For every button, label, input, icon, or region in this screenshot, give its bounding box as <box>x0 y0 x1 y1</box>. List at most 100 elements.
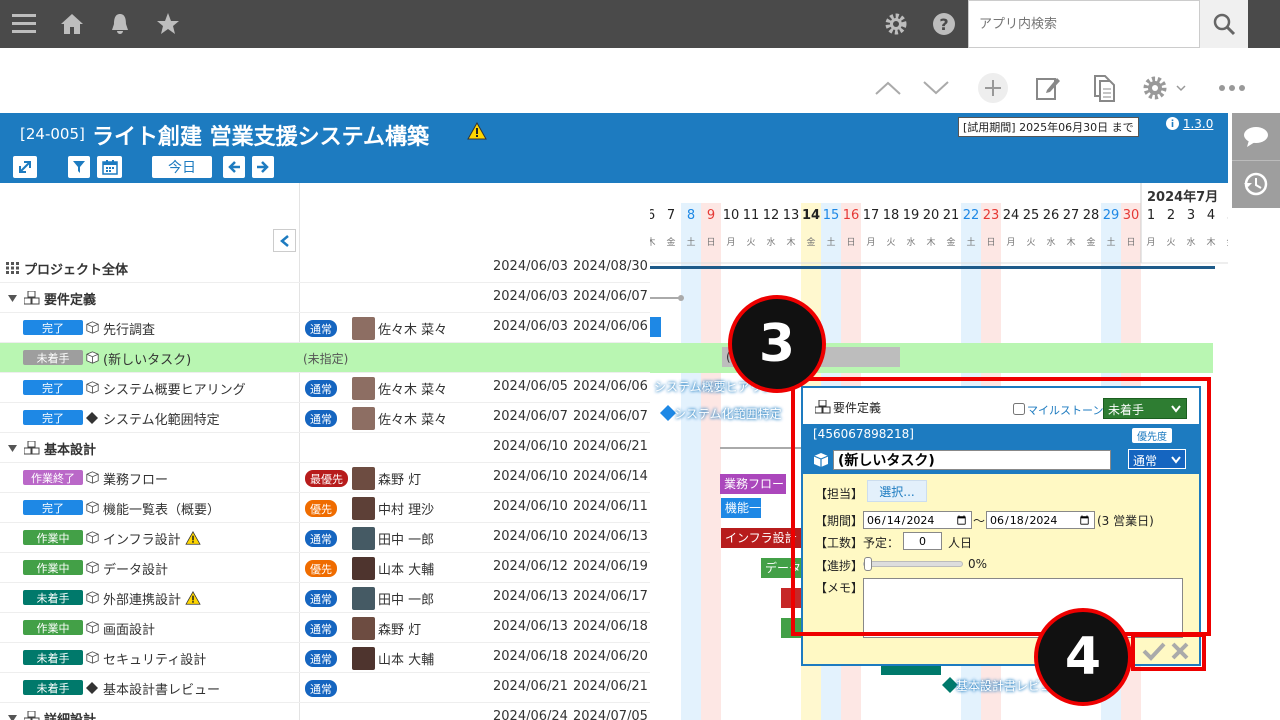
status-badge[interactable]: 作業中 <box>23 560 83 575</box>
day-number: 29 <box>1102 208 1120 223</box>
settings-menu-icon[interactable] <box>1140 70 1192 106</box>
filter-button[interactable] <box>68 156 90 178</box>
next-record-icon[interactable] <box>920 70 952 106</box>
weekday-label: 土 <box>966 238 976 248</box>
end-date: 2024/07/05 <box>573 709 648 720</box>
warning-icon <box>467 121 487 144</box>
start-date: 2024/06/10 <box>493 499 568 514</box>
version-link[interactable]: 1.3.0 <box>1183 117 1214 131</box>
end-date: 2024/06/06 <box>573 379 648 394</box>
collapse-tree-button[interactable] <box>273 229 296 252</box>
task-row[interactable]: 完了 システム概要ヒアリング 通常 佐々木 菜々 2024/06/05 2024/06/0… <box>0 373 650 403</box>
bar-first-survey[interactable] <box>650 317 661 337</box>
task-row[interactable]: 作業終了 業務フロー 最優先 森野 灯 2024/06/10 2024/06/14 <box>0 463 650 493</box>
comment-icon <box>1244 126 1268 147</box>
star-icon[interactable] <box>154 0 182 48</box>
calendar-button[interactable] <box>97 156 122 178</box>
highlight-box-edit-form <box>791 377 1211 636</box>
task-row[interactable]: 完了 機能一覧表（概要） 優先 中村 理沙 2024/06/10 2024/06/11 <box>0 493 650 523</box>
task-name: セキュリティ設計 <box>103 653 207 668</box>
task-row[interactable]: 作業中 インフラ設計 通常 田中 一郎 2024/06/10 2024/06/13 <box>0 523 650 553</box>
start-date: 2024/06/13 <box>493 619 568 634</box>
grid-icon <box>6 262 19 274</box>
avatar <box>352 527 375 550</box>
day-number: 3 <box>1186 208 1196 223</box>
bar-function-list[interactable]: 機能一覧表 <box>721 498 761 518</box>
start-date: 2024/06/21 <box>493 679 568 694</box>
start-date: 2024/06/10 <box>493 529 568 544</box>
group-row[interactable]: 要件定義 2024/06/03 2024/06/07 <box>0 283 650 313</box>
add-record-icon[interactable] <box>976 70 1010 106</box>
comment-button[interactable] <box>1232 113 1280 160</box>
status-badge[interactable]: 完了 <box>23 380 83 395</box>
start-date: 2024/06/03 <box>493 319 568 334</box>
bar-infra-design[interactable]: インフラ設計 <box>721 528 801 548</box>
version-info[interactable]: 1.3.0 <box>1166 117 1213 131</box>
trial-period-badge: [試用期間] 2025年06月30日 まで <box>958 117 1139 137</box>
status-badge[interactable]: 作業終了 <box>23 470 83 485</box>
gear-icon[interactable] <box>882 0 910 48</box>
status-badge[interactable]: 完了 <box>23 410 83 425</box>
task-row[interactable]: 未着手 基本設計書レビュー 通常 2024/06/21 2024/06/21 <box>0 673 650 703</box>
highlight-box-save <box>1131 633 1206 671</box>
weekday-label: 金 <box>1086 238 1096 248</box>
status-badge[interactable]: 作業中 <box>23 530 83 545</box>
end-date: 2024/06/21 <box>573 439 648 454</box>
day-number: 8 <box>686 208 696 223</box>
next-period-button[interactable] <box>252 156 274 178</box>
task-row[interactable]: 完了 先行調査 通常 佐々木 菜々 2024/06/03 2024/06/06 <box>0 313 650 343</box>
milestone-diamond-icon <box>86 412 98 424</box>
search-input[interactable] <box>968 0 1200 48</box>
expand-icon <box>19 161 31 173</box>
start-date: 2024/06/10 <box>493 469 568 484</box>
status-badge[interactable]: 未着手 <box>23 350 83 365</box>
weekday-label: 日 <box>846 238 856 248</box>
bell-icon[interactable] <box>106 0 134 48</box>
more-options-icon[interactable] <box>1214 70 1250 106</box>
status-badge[interactable]: 完了 <box>23 500 83 515</box>
group-row[interactable]: 基本設計 2024/06/10 2024/06/21 <box>0 433 650 463</box>
status-badge[interactable]: 未着手 <box>23 650 83 665</box>
weekday-label: 土 <box>686 238 696 248</box>
menu-icon[interactable] <box>8 0 40 48</box>
help-icon[interactable]: ? <box>930 0 958 48</box>
task-name: (新しいタスク) <box>103 353 192 368</box>
caret-down-icon[interactable] <box>8 715 17 720</box>
priority-badge: 通常 <box>305 620 337 637</box>
previous-record-icon[interactable] <box>872 70 904 106</box>
task-row[interactable]: 未着手 外部連携設計 通常 田中 一郎 2024/06/13 2024/06/17 <box>0 583 650 613</box>
caret-down-icon[interactable] <box>8 445 17 452</box>
assignee-name: 佐々木 菜々 <box>378 413 448 428</box>
avatar <box>352 617 375 640</box>
assignee-name: 中村 理沙 <box>378 503 435 518</box>
project-root-row[interactable]: プロジェクト全体 2024/06/03 2024/08/30 <box>0 253 650 283</box>
callout-number-4: 4 <box>1034 608 1132 706</box>
task-box-icon <box>86 591 99 604</box>
history-button[interactable] <box>1232 160 1280 207</box>
home-icon[interactable] <box>58 0 86 48</box>
search-button[interactable] <box>1200 0 1248 48</box>
status-badge[interactable]: 未着手 <box>23 590 83 605</box>
status-badge[interactable]: 作業中 <box>23 620 83 635</box>
priority-badge: 通常 <box>305 410 337 427</box>
task-row[interactable]: 作業中 データ設計 優先 山本 大輔 2024/06/12 2024/06/19 <box>0 553 650 583</box>
weekday-label: 月 <box>1146 238 1156 248</box>
task-row[interactable]: 未着手 (新しいタスク) (未指定) <box>0 343 650 373</box>
task-row[interactable]: 未着手 セキュリティ設計 通常 山本 大輔 2024/06/18 2024/06/20 <box>0 643 650 673</box>
expand-button[interactable] <box>13 156 37 178</box>
task-row[interactable]: 作業中 画面設計 通常 森野 灯 2024/06/13 2024/06/18 <box>0 613 650 643</box>
bar-business-flow[interactable]: 業務フロー <box>720 474 786 494</box>
avatar <box>352 317 375 340</box>
day-number: 26 <box>1042 208 1060 223</box>
priority-unset: (未指定) <box>303 352 349 366</box>
status-badge[interactable]: 完了 <box>23 320 83 335</box>
edit-icon[interactable] <box>1032 70 1064 106</box>
task-name: インフラ設計 <box>103 533 181 548</box>
task-row[interactable]: 完了 システム化範囲特定 通常 佐々木 菜々 2024/06/07 2024/06/07 <box>0 403 650 433</box>
duplicate-icon[interactable] <box>1088 70 1120 106</box>
caret-down-icon[interactable] <box>8 295 17 302</box>
previous-period-button[interactable] <box>223 156 245 178</box>
status-badge[interactable]: 未着手 <box>23 680 83 695</box>
today-button[interactable]: 今日 <box>152 156 212 178</box>
group-row[interactable]: 詳細設計 2024/06/24 2024/07/05 <box>0 703 650 720</box>
